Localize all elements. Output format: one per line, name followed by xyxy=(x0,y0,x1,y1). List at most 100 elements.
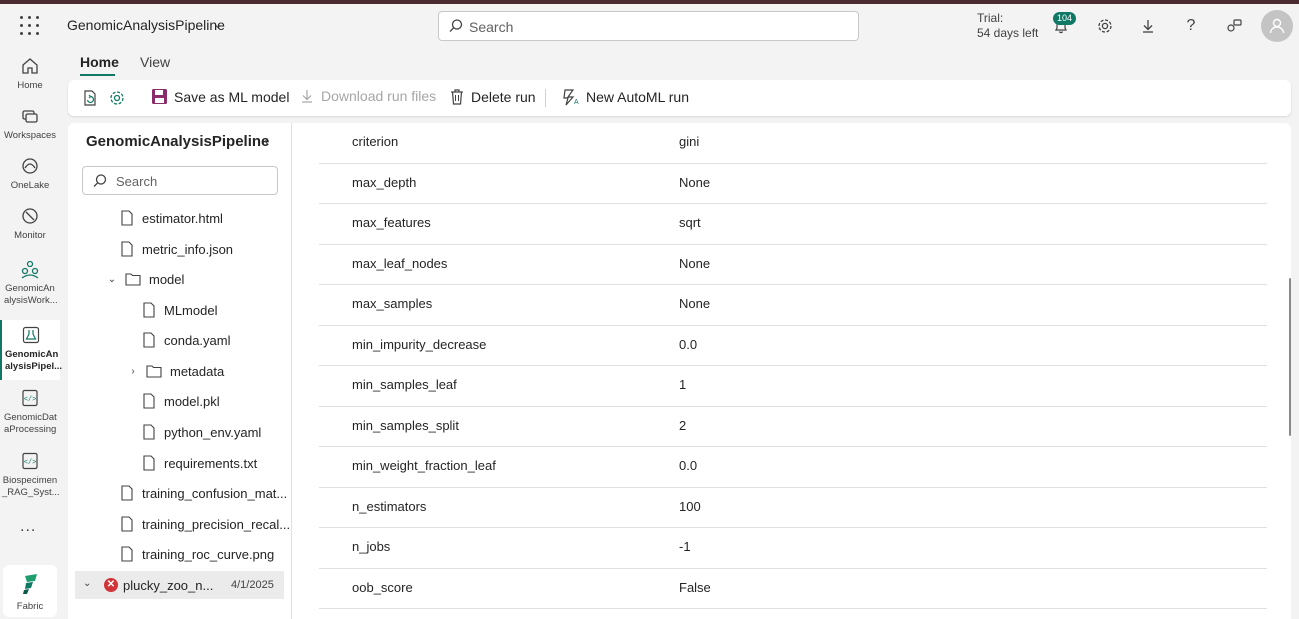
nav-workspaces[interactable]: Workspaces xyxy=(0,106,60,142)
file-icon xyxy=(143,455,155,471)
table-row: min_impurity_decrease 0.0 xyxy=(319,326,1267,366)
workspace-people-icon xyxy=(20,259,40,279)
avatar[interactable] xyxy=(1261,10,1293,42)
tree-item-file[interactable]: model.pkl xyxy=(142,391,220,411)
tree-item-label: python_env.yaml xyxy=(164,424,262,440)
download-run-files-button[interactable]: Download run files xyxy=(299,88,436,104)
tree-item-file[interactable]: MLmodel xyxy=(142,300,217,320)
nav-home[interactable]: Home xyxy=(0,56,60,92)
tree-item-file[interactable]: metric_info.json xyxy=(120,239,233,259)
tab-view[interactable]: View xyxy=(140,54,170,70)
active-tab-indicator xyxy=(80,74,115,76)
param-value: -1 xyxy=(679,539,691,554)
nav-genomic-analysis-pipeline[interactable]: GenomicAn alysisPipel... xyxy=(0,320,62,380)
run-list-item[interactable]: ⌄ ✕ plucky_zoo_n... 4/1/2025 xyxy=(75,571,284,599)
download-icon[interactable] xyxy=(1138,16,1158,36)
vertical-scrollbar[interactable] xyxy=(1289,278,1291,436)
nav-genomic-data-processing[interactable]: </> GenomicDat aProcessing xyxy=(0,388,60,436)
svg-text:</>: </> xyxy=(24,396,37,404)
tree-item-label: metric_info.json xyxy=(142,241,234,257)
tree-item-file[interactable]: estimator.html xyxy=(120,208,223,228)
table-row: oob_score False xyxy=(319,569,1267,609)
table-row: criterion gini xyxy=(319,123,1267,164)
tree-item-file[interactable]: training_confusion_mat... xyxy=(120,483,287,503)
param-key: min_samples_leaf xyxy=(352,377,457,392)
refresh-icon[interactable] xyxy=(81,89,99,107)
app-launcher-icon[interactable] xyxy=(20,16,40,36)
workspace-title[interactable]: GenomicAnalysisPipeline xyxy=(67,17,225,33)
tree-item-file[interactable]: training_precision_recal... xyxy=(120,514,290,534)
tree-item-label: training_confusion_mat... xyxy=(142,485,288,501)
left-navigation: Home Workspaces OneLake Monitor GenomicA… xyxy=(0,48,62,619)
tree-item-label: requirements.txt xyxy=(164,455,258,471)
chevron-down-icon[interactable]: ⌄ xyxy=(105,274,119,285)
param-key: n_jobs xyxy=(352,539,391,554)
gear-icon[interactable] xyxy=(1095,16,1115,36)
table-row: max_samples None xyxy=(319,285,1267,326)
save-as-ml-model-button[interactable]: Save as ML model xyxy=(151,88,289,105)
chevron-down-icon[interactable]: ⌄ xyxy=(213,17,223,31)
workspaces-icon xyxy=(20,106,40,126)
trial-days-left: 54 days left xyxy=(977,26,1039,40)
tree-item-label: model.pkl xyxy=(164,393,220,409)
new-automl-run-label: New AutoML run xyxy=(586,89,689,105)
table-row: max_depth None xyxy=(319,164,1267,204)
settings-gear-icon[interactable] xyxy=(108,89,126,107)
nav-workspaces-label: Workspaces xyxy=(3,130,57,141)
param-key: n_estimators xyxy=(352,498,427,514)
table-row: max_leaf_nodes None xyxy=(319,245,1267,285)
explorer-pane: GenomicAnalysisPipeline ‹ Search estimat… xyxy=(68,123,292,619)
tree-item-folder[interactable]: › metadata xyxy=(126,361,224,381)
param-value: 1 xyxy=(679,377,687,392)
nav-monitor[interactable]: Monitor xyxy=(0,206,60,242)
param-key: max_samples xyxy=(352,296,433,311)
file-icon xyxy=(121,210,133,226)
monitor-icon xyxy=(20,206,40,226)
tab-home[interactable]: Home xyxy=(80,54,119,70)
file-icon xyxy=(143,332,155,348)
toolbar-divider xyxy=(545,89,546,107)
toolbar: Save as ML model Download run files Dele… xyxy=(68,80,1291,116)
tree-item-folder[interactable]: ⌄ model xyxy=(105,269,185,289)
nav-biospecimen-rag-system-label: Biospecimen _RAG_Syst... xyxy=(2,475,60,498)
param-key: min_samples_split xyxy=(352,417,459,433)
param-value: None xyxy=(679,296,711,311)
more-options-icon[interactable]: ... xyxy=(20,518,36,536)
help-icon[interactable]: ? xyxy=(1181,16,1201,36)
nav-biospecimen-rag-system[interactable]: </> Biospecimen _RAG_Syst... xyxy=(0,451,60,499)
param-key: min_impurity_decrease xyxy=(352,336,487,352)
global-search-input[interactable]: Search xyxy=(438,11,859,41)
explorer-title: GenomicAnalysisPipeline xyxy=(86,133,270,150)
run-date: 4/1/2025 xyxy=(231,579,274,591)
tree-item-file[interactable]: conda.yaml xyxy=(142,330,230,350)
nav-genomic-analysis-workspace[interactable]: GenomicAn alysisWork... xyxy=(0,259,60,307)
new-automl-run-button[interactable]: A New AutoML run xyxy=(562,88,689,106)
param-key: max_depth xyxy=(352,174,417,190)
download-icon xyxy=(302,90,312,103)
svg-text:</>: </> xyxy=(24,459,37,467)
trial-status[interactable]: Trial: 54 days left xyxy=(977,11,1038,41)
tree-item-label: estimator.html xyxy=(142,210,223,226)
share-feedback-icon[interactable] xyxy=(1224,16,1244,36)
delete-run-button[interactable]: Delete run xyxy=(449,88,536,105)
param-value: 100 xyxy=(679,498,701,514)
trash-icon xyxy=(451,89,463,105)
tree-item-file[interactable]: requirements.txt xyxy=(142,453,257,473)
search-icon xyxy=(93,174,107,187)
tree-item-file[interactable]: python_env.yaml xyxy=(142,422,261,442)
tree-item-file[interactable]: training_roc_curve.png xyxy=(120,544,274,564)
fabric-logo-icon xyxy=(23,574,37,594)
nav-home-label: Home xyxy=(17,80,43,91)
file-icon xyxy=(143,302,155,318)
explorer-search-input[interactable]: Search xyxy=(82,166,278,195)
chevron-down-icon[interactable]: ⌄ xyxy=(83,578,91,589)
collapse-pane-icon[interactable]: ‹ xyxy=(264,132,269,148)
tree-item-label: training_precision_recal... xyxy=(142,516,291,532)
param-key: oob_score xyxy=(352,579,413,595)
nav-onelake[interactable]: OneLake xyxy=(0,156,60,192)
chevron-right-icon[interactable]: › xyxy=(126,366,140,377)
explorer-search-placeholder: Search xyxy=(116,174,158,189)
param-key: max_leaf_nodes xyxy=(352,255,448,271)
fabric-switcher[interactable]: Fabric xyxy=(3,565,57,617)
table-row: max_features sqrt xyxy=(319,204,1267,245)
